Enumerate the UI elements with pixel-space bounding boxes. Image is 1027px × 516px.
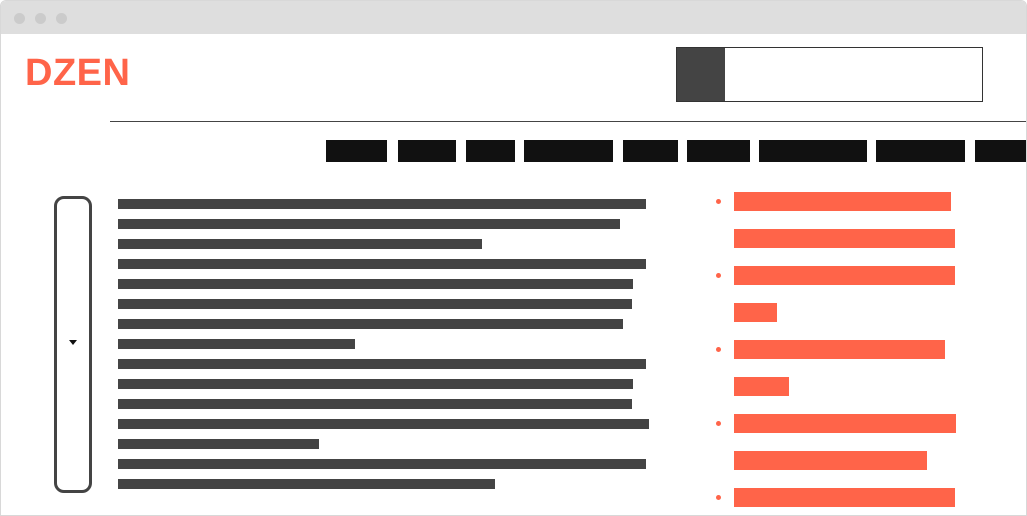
window-minimize-button[interactable] — [35, 13, 46, 24]
nav-item[interactable] — [524, 140, 613, 162]
bullet-icon — [716, 273, 721, 278]
window-titlebar — [1, 1, 1026, 34]
text-line — [118, 359, 646, 369]
text-line — [118, 219, 620, 229]
related-link[interactable] — [734, 377, 789, 396]
related-link[interactable] — [734, 340, 945, 359]
nav-item[interactable] — [466, 140, 515, 162]
related-link[interactable] — [734, 303, 777, 322]
nav-item[interactable] — [759, 140, 867, 162]
search-input[interactable] — [729, 52, 981, 99]
text-line — [118, 199, 646, 209]
text-line — [118, 439, 319, 449]
nav-item[interactable] — [876, 140, 965, 162]
sidebar-expand-button[interactable] — [54, 196, 92, 493]
header-divider — [110, 121, 1026, 122]
text-line — [118, 339, 355, 349]
caret-down-icon — [69, 340, 77, 345]
text-line — [118, 239, 482, 249]
text-line — [118, 379, 633, 389]
search-bar — [676, 47, 983, 102]
nav-item[interactable] — [623, 140, 678, 162]
related-link[interactable] — [734, 451, 927, 470]
related-link[interactable] — [734, 414, 956, 433]
bullet-icon — [716, 199, 721, 204]
text-line — [118, 479, 495, 489]
related-link[interactable] — [734, 229, 955, 248]
text-line — [118, 259, 646, 269]
browser-window: DZEN — [0, 0, 1027, 516]
text-line — [118, 399, 632, 409]
nav-item[interactable] — [398, 140, 456, 162]
related-link[interactable] — [734, 266, 955, 285]
related-link[interactable] — [734, 488, 955, 507]
text-line — [118, 299, 632, 309]
nav-item[interactable] — [326, 140, 387, 162]
nav-item[interactable] — [975, 140, 1026, 162]
nav-item[interactable] — [687, 140, 750, 162]
window-maximize-button[interactable] — [56, 13, 67, 24]
text-line — [118, 419, 649, 429]
search-button[interactable] — [677, 48, 725, 101]
site-logo[interactable]: DZEN — [25, 51, 130, 95]
text-line — [118, 319, 623, 329]
bullet-icon — [716, 347, 721, 352]
text-line — [118, 459, 646, 469]
bullet-icon — [716, 495, 721, 500]
related-link[interactable] — [734, 192, 951, 211]
text-line — [118, 279, 633, 289]
bullet-icon — [716, 421, 721, 426]
window-close-button[interactable] — [14, 13, 25, 24]
